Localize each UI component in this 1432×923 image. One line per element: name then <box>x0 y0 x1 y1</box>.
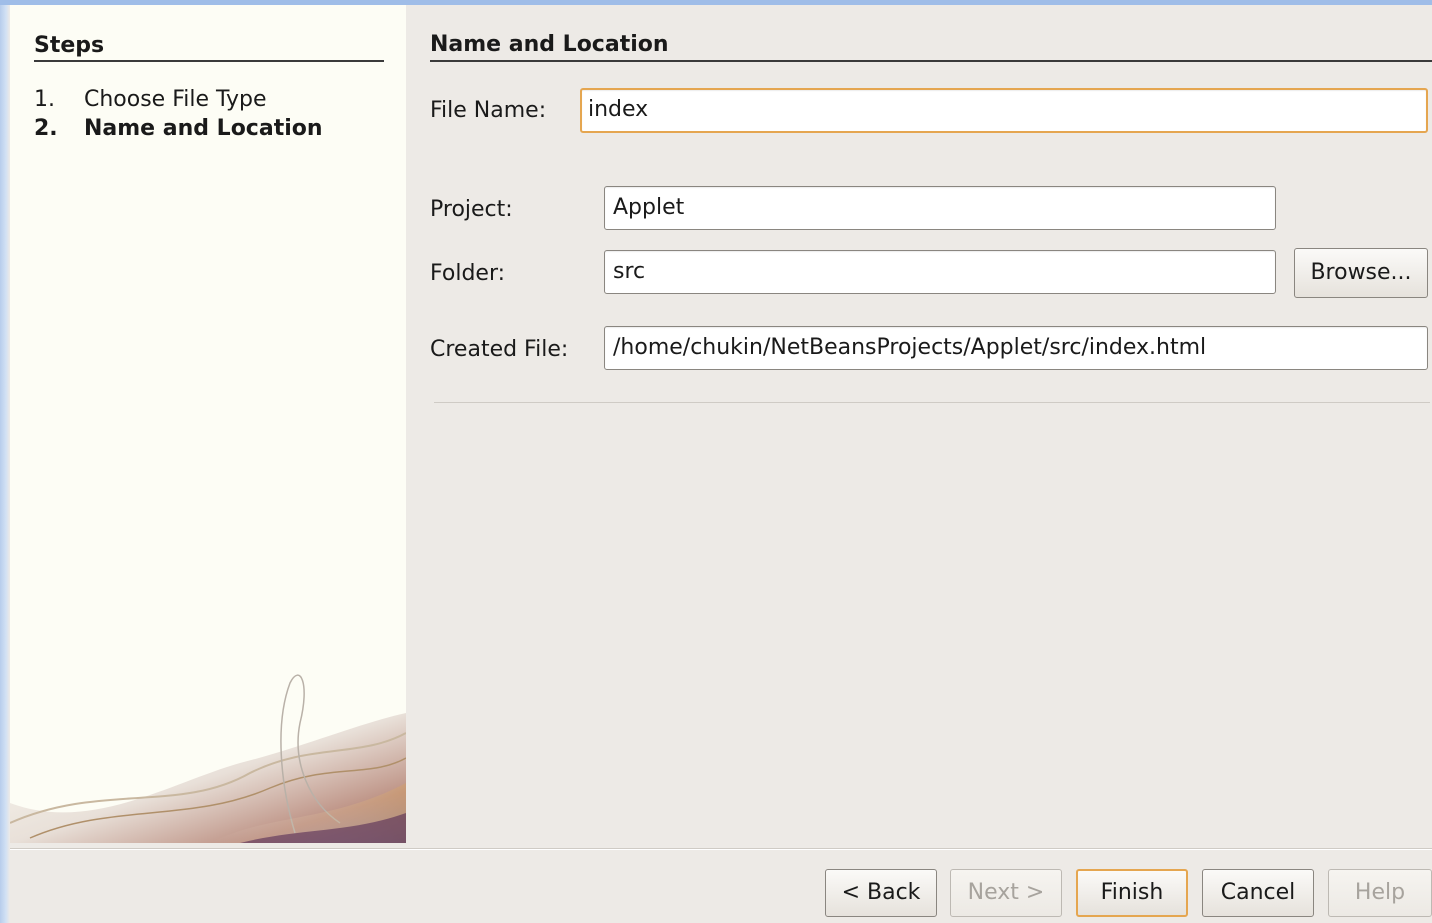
steps-panel: Steps 1. Choose File Type 2. Name and Loca… <box>10 5 406 843</box>
step-label: Choose File Type <box>84 87 267 112</box>
file-name-field[interactable]: index <box>580 88 1428 133</box>
project-field[interactable]: Applet <box>604 186 1276 230</box>
name-and-location-panel: Name and Location File Name: index Proje… <box>406 5 1432 843</box>
step-number: 2. <box>34 116 58 141</box>
panel-title-divider <box>430 60 1432 62</box>
netbeans-wave-decoration <box>10 674 406 843</box>
created-file-label: Created File: <box>430 337 569 362</box>
finish-button[interactable]: Finish <box>1076 869 1188 917</box>
file-name-label: File Name: <box>430 98 547 123</box>
created-file-field: /home/chukin/NetBeansProjects/Applet/src… <box>604 326 1428 370</box>
next-button[interactable]: Next > <box>950 869 1062 917</box>
step-name-and-location: 2. Name and Location <box>34 116 323 141</box>
cancel-button[interactable]: Cancel <box>1202 869 1314 917</box>
folder-field[interactable]: src <box>604 250 1276 294</box>
step-number: 1. <box>34 87 55 112</box>
back-button[interactable]: < Back <box>825 869 937 917</box>
steps-divider <box>34 60 384 62</box>
help-button[interactable]: Help <box>1328 869 1432 917</box>
button-bar-separator-highlight <box>10 849 1432 850</box>
steps-title: Steps <box>34 33 105 58</box>
step-choose-file-type: 1. Choose File Type <box>34 87 267 112</box>
section-separator <box>434 402 1430 403</box>
browse-button[interactable]: Browse... <box>1294 248 1428 298</box>
folder-label: Folder: <box>430 261 506 286</box>
panel-title: Name and Location <box>430 32 669 57</box>
step-label: Name and Location <box>84 116 323 141</box>
project-label: Project: <box>430 197 513 222</box>
new-file-wizard-dialog: Steps 1. Choose File Type 2. Name and Loca… <box>10 5 1432 923</box>
